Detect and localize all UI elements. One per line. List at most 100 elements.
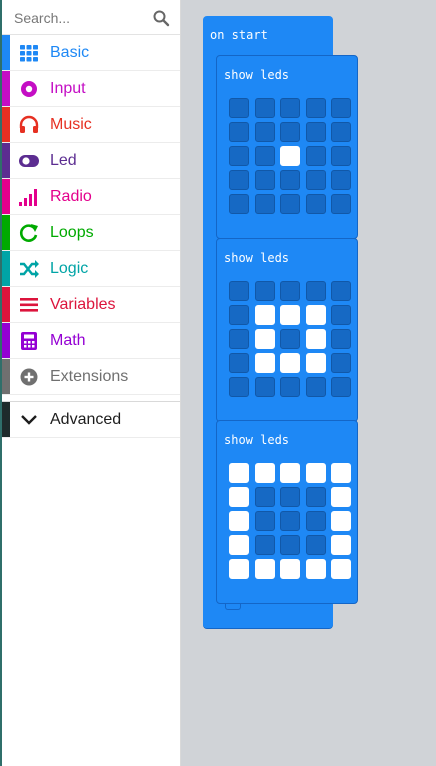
- led-cell-off[interactable]: [305, 377, 326, 397]
- led-cell-off[interactable]: [254, 170, 275, 190]
- led-cell-off[interactable]: [331, 377, 351, 397]
- show-leds-block[interactable]: show leds: [216, 55, 358, 245]
- led-cell-off[interactable]: [229, 194, 249, 214]
- led-cell-off[interactable]: [331, 122, 351, 142]
- category-label: Variables: [50, 296, 116, 313]
- led-cell-off[interactable]: [305, 98, 326, 118]
- led-cell-off[interactable]: [254, 194, 275, 214]
- category-music[interactable]: Music: [0, 107, 180, 143]
- led-cell-off[interactable]: [331, 194, 351, 214]
- led-cell-off[interactable]: [280, 194, 300, 214]
- led-cell-on[interactable]: [254, 559, 275, 579]
- category-advanced[interactable]: Advanced: [0, 402, 180, 438]
- led-cell-off[interactable]: [254, 146, 275, 166]
- refresh-icon: [20, 224, 38, 242]
- led-cell-on[interactable]: [229, 487, 249, 507]
- led-cell-off[interactable]: [331, 98, 351, 118]
- led-cell-off[interactable]: [280, 329, 300, 349]
- led-cell-on[interactable]: [331, 511, 351, 531]
- led-cell-on[interactable]: [254, 329, 275, 349]
- led-cell-off[interactable]: [229, 377, 249, 397]
- led-cell-on[interactable]: [280, 305, 300, 325]
- led-cell-off[interactable]: [280, 98, 300, 118]
- led-cell-on[interactable]: [305, 305, 326, 325]
- show-leds-block[interactable]: show leds: [216, 238, 358, 428]
- led-cell-on[interactable]: [305, 329, 326, 349]
- led-cell-off[interactable]: [331, 170, 351, 190]
- led-cell-off[interactable]: [305, 170, 326, 190]
- led-cell-off[interactable]: [254, 281, 275, 301]
- led-cell-off[interactable]: [229, 329, 249, 349]
- category-list: Basic Input Music Led Radio Loops Logic …: [0, 35, 180, 395]
- led-cell-off[interactable]: [254, 377, 275, 397]
- led-cell-off[interactable]: [229, 122, 249, 142]
- grid-icon: [20, 45, 38, 62]
- block-workspace[interactable]: on start show leds show leds show leds: [181, 0, 436, 766]
- led-cell-on[interactable]: [229, 463, 249, 483]
- led-cell-on[interactable]: [254, 463, 275, 483]
- led-cell-off[interactable]: [254, 511, 275, 531]
- led-cell-on[interactable]: [280, 559, 300, 579]
- led-cell-on[interactable]: [254, 305, 275, 325]
- led-cell-off[interactable]: [280, 511, 300, 531]
- led-cell-off[interactable]: [331, 305, 351, 325]
- led-cell-on[interactable]: [229, 535, 249, 555]
- led-cell-off[interactable]: [229, 170, 249, 190]
- category-radio[interactable]: Radio: [0, 179, 180, 215]
- search-input[interactable]: Search...: [14, 9, 142, 27]
- category-variables[interactable]: Variables: [0, 287, 180, 323]
- led-cell-off[interactable]: [331, 146, 351, 166]
- led-cell-off[interactable]: [305, 146, 326, 166]
- show-leds-block[interactable]: show leds: [216, 420, 358, 610]
- led-cell-off[interactable]: [280, 377, 300, 397]
- led-cell-off[interactable]: [331, 353, 351, 373]
- left-rail: [0, 0, 2, 766]
- led-cell-off[interactable]: [254, 122, 275, 142]
- search-icon[interactable]: [152, 9, 170, 27]
- led-cell-off[interactable]: [280, 535, 300, 555]
- category-led[interactable]: Led: [0, 143, 180, 179]
- led-cell-off[interactable]: [280, 122, 300, 142]
- led-cell-on[interactable]: [331, 559, 351, 579]
- led-cell-off[interactable]: [331, 329, 351, 349]
- category-input[interactable]: Input: [0, 71, 180, 107]
- led-cell-off[interactable]: [331, 281, 351, 301]
- category-logic[interactable]: Logic: [0, 251, 180, 287]
- led-cell-on[interactable]: [305, 353, 326, 373]
- category-math[interactable]: Math: [0, 323, 180, 359]
- category-basic[interactable]: Basic: [0, 35, 180, 71]
- led-cell-off[interactable]: [254, 487, 275, 507]
- led-cell-on[interactable]: [280, 353, 300, 373]
- led-cell-on[interactable]: [305, 559, 326, 579]
- category-extensions[interactable]: Extensions: [0, 359, 180, 395]
- led-cell-off[interactable]: [229, 98, 249, 118]
- led-cell-on[interactable]: [305, 463, 326, 483]
- led-cell-off[interactable]: [229, 353, 249, 373]
- led-cell-on[interactable]: [280, 146, 300, 166]
- led-cell-on[interactable]: [229, 559, 249, 579]
- category-loops[interactable]: Loops: [0, 215, 180, 251]
- led-cell-off[interactable]: [305, 281, 326, 301]
- led-cell-off[interactable]: [229, 146, 249, 166]
- led-cell-off[interactable]: [229, 305, 249, 325]
- led-cell-off[interactable]: [280, 487, 300, 507]
- led-cell-on[interactable]: [280, 463, 300, 483]
- led-cell-off[interactable]: [305, 487, 326, 507]
- plus-circle-icon: [20, 368, 38, 386]
- led-cell-off[interactable]: [305, 511, 326, 531]
- led-cell-off[interactable]: [305, 535, 326, 555]
- led-cell-on[interactable]: [229, 511, 249, 531]
- led-cell-off[interactable]: [305, 194, 326, 214]
- led-cell-on[interactable]: [254, 353, 275, 373]
- show-leds-label: show leds: [224, 433, 290, 447]
- led-cell-off[interactable]: [280, 281, 300, 301]
- led-cell-off[interactable]: [305, 122, 326, 142]
- led-cell-off[interactable]: [280, 170, 300, 190]
- search-bar[interactable]: Search...: [0, 0, 180, 35]
- led-cell-off[interactable]: [254, 98, 275, 118]
- led-cell-off[interactable]: [229, 281, 249, 301]
- led-cell-on[interactable]: [331, 535, 351, 555]
- led-cell-off[interactable]: [254, 535, 275, 555]
- led-cell-on[interactable]: [331, 487, 351, 507]
- led-cell-on[interactable]: [331, 463, 351, 483]
